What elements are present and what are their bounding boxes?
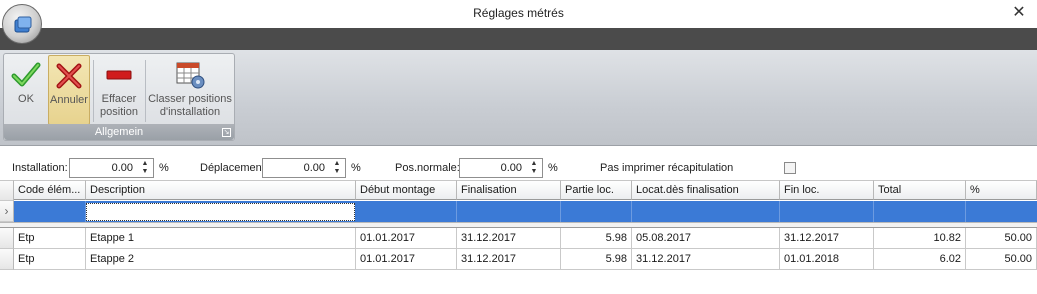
cell-finalisation[interactable]: 31.12.2017: [457, 228, 561, 249]
deplacement-label: Déplacement: [200, 162, 265, 174]
new-row-cell[interactable]: [14, 201, 86, 222]
cell-locat-des-finalisation[interactable]: 05.08.2017: [632, 228, 780, 249]
cell-code[interactable]: Etp: [14, 249, 86, 270]
new-row[interactable]: [14, 201, 1037, 222]
ok-button[interactable]: OK: [8, 55, 44, 125]
classer-label-line1: Classer positions: [148, 93, 232, 105]
new-row-cell[interactable]: [457, 201, 561, 222]
app-menu-button[interactable]: [2, 4, 42, 44]
spin-arrows-icon[interactable]: ▲ ▼: [331, 160, 343, 176]
pos-normale-unit: %: [548, 162, 558, 174]
close-button[interactable]: ✕: [1009, 3, 1029, 23]
classer-label-line2: d'installation: [159, 106, 221, 118]
ribbon-tab-strip: [0, 28, 1037, 50]
app-logo-icon: [14, 16, 32, 33]
annuler-button[interactable]: Annuler: [48, 55, 90, 125]
table-row[interactable]: Etp Etappe 2 01.01.2017 31.12.2017 5.98 …: [14, 249, 1037, 270]
deplacement-value: 0.00: [303, 162, 325, 174]
column-header-percent[interactable]: %: [966, 180, 1037, 200]
annuler-label: Annuler: [50, 94, 88, 106]
cell-debut-montage[interactable]: 01.01.2017: [356, 249, 457, 270]
dialog-launcher-icon[interactable]: ↘: [222, 128, 231, 137]
spin-arrows-icon[interactable]: ▲ ▼: [139, 160, 151, 176]
window-title: Réglages métrés: [473, 6, 564, 20]
column-header-code[interactable]: Code élém...: [14, 180, 86, 200]
installation-spin-input[interactable]: 0.00 ▲ ▼: [69, 158, 154, 178]
pos-normale-value: 0.00: [500, 162, 522, 174]
installation-label: Installation:: [12, 162, 68, 174]
installation-unit: %: [159, 162, 169, 174]
ribbon-separator: [145, 60, 146, 122]
title-bar: Réglages métrés ✕: [0, 0, 1037, 28]
effacer-label-line1: Effacer: [101, 93, 137, 105]
cell-finalisation[interactable]: 31.12.2017: [457, 249, 561, 270]
deplacement-unit: %: [351, 162, 361, 174]
table-row[interactable]: Etp Etappe 1 01.01.2017 31.12.2017 5.98 …: [14, 228, 1037, 249]
parameters-row: Installation: 0.00 ▲ ▼ % Déplacement 0.00…: [0, 156, 1037, 180]
cell-fin-loc[interactable]: 01.01.2018: [780, 249, 874, 270]
ribbon-separator: [93, 60, 94, 122]
ribbon-group-allgemein: OK Annuler Effacer position Classer posi…: [3, 53, 235, 141]
pos-normale-label: Pos.normale:: [395, 162, 460, 174]
cell-description[interactable]: Etappe 2: [86, 249, 356, 270]
cell-percent[interactable]: 50.00: [966, 228, 1037, 249]
new-row-description-editor[interactable]: [86, 203, 355, 221]
effacer-position-button[interactable]: Effacer position: [96, 55, 142, 125]
column-header-total[interactable]: Total: [874, 180, 966, 200]
cell-partie-loc[interactable]: 5.98: [561, 228, 632, 249]
cell-total[interactable]: 6.02: [874, 249, 966, 270]
positions-grid: Code élém... Description Début montage F…: [0, 180, 1037, 294]
new-row-cell[interactable]: [632, 201, 780, 222]
cell-total[interactable]: 10.82: [874, 228, 966, 249]
new-row-indicator[interactable]: ›: [0, 201, 14, 222]
new-row-cell[interactable]: [356, 201, 457, 222]
column-header-fin-loc[interactable]: Fin loc.: [780, 180, 874, 200]
table-settings-icon: [176, 62, 205, 89]
cell-code[interactable]: Etp: [14, 228, 86, 249]
check-icon: [11, 62, 41, 87]
no-print-checkbox[interactable]: [784, 162, 796, 174]
new-row-cell[interactable]: [780, 201, 874, 222]
ribbon: OK Annuler Effacer position Classer posi…: [0, 50, 1037, 146]
ok-label: OK: [18, 93, 34, 105]
column-header-partie-loc[interactable]: Partie loc.: [561, 180, 632, 200]
installation-value: 0.00: [111, 162, 133, 174]
cross-icon: [56, 63, 82, 89]
minus-icon: [106, 70, 132, 80]
deplacement-spin-input[interactable]: 0.00 ▲ ▼: [262, 158, 346, 178]
column-header-finalisation[interactable]: Finalisation: [457, 180, 561, 200]
column-header-description[interactable]: Description: [86, 180, 356, 200]
effacer-label-line2: position: [100, 106, 138, 118]
grid-corner: [0, 180, 14, 201]
cell-debut-montage[interactable]: 01.01.2017: [356, 228, 457, 249]
cell-locat-des-finalisation[interactable]: 31.12.2017: [632, 249, 780, 270]
cell-fin-loc[interactable]: 31.12.2017: [780, 228, 874, 249]
no-print-label: Pas imprimer récapitulation: [600, 162, 734, 174]
spin-arrows-icon[interactable]: ▲ ▼: [528, 160, 540, 176]
cell-percent[interactable]: 50.00: [966, 249, 1037, 270]
new-row-cell[interactable]: [561, 201, 632, 222]
column-header-debut-montage[interactable]: Début montage: [356, 180, 457, 200]
pos-normale-spin-input[interactable]: 0.00 ▲ ▼: [459, 158, 543, 178]
cell-partie-loc[interactable]: 5.98: [561, 249, 632, 270]
row-selector[interactable]: [0, 228, 14, 249]
classer-positions-button[interactable]: Classer positions d'installation: [147, 55, 233, 125]
column-header-locat-des-finalisation[interactable]: Locat.dès finalisation: [632, 180, 780, 200]
new-row-cell[interactable]: [874, 201, 966, 222]
cell-description[interactable]: Etappe 1: [86, 228, 356, 249]
ribbon-group-label: Allgemein: [4, 124, 234, 140]
row-selector[interactable]: [0, 249, 14, 270]
